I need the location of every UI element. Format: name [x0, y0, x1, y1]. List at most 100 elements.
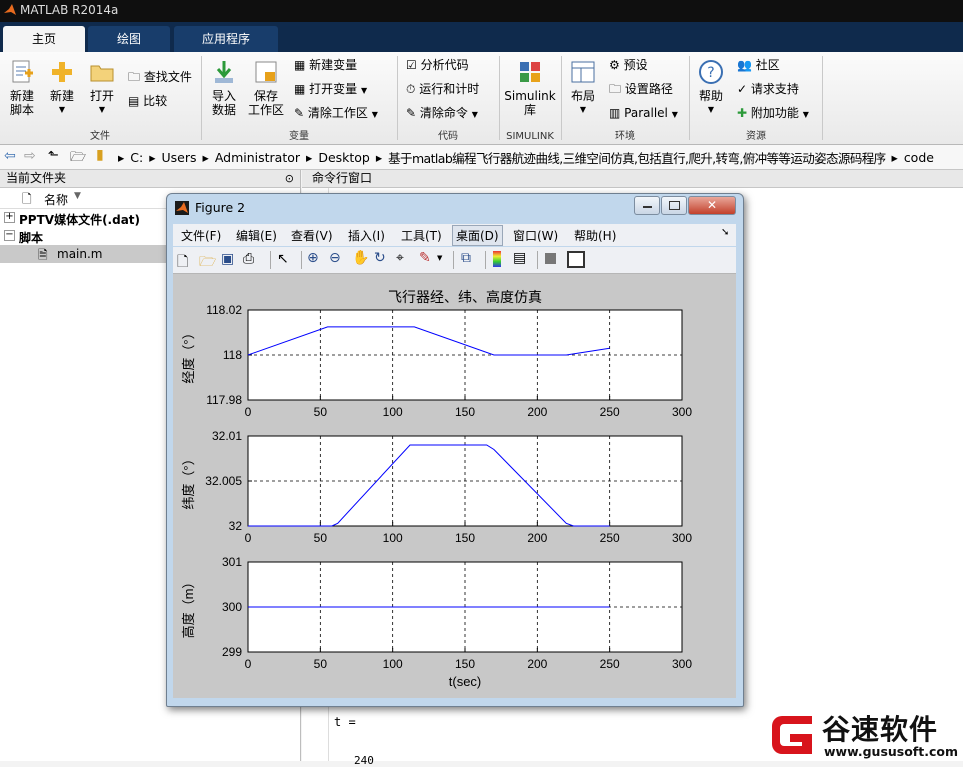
set-path-label: 设置路径	[624, 82, 673, 96]
x-tick-label: 100	[383, 405, 403, 419]
link-plot-icon[interactable]: ⧉	[461, 250, 471, 266]
brand-logo-icon	[772, 716, 812, 754]
y-tick-label: 118.02	[206, 303, 242, 317]
open-variable-button[interactable]: ▦ 打开变量 ▼	[294, 82, 367, 98]
divider	[270, 251, 271, 269]
divider	[301, 251, 302, 269]
clear-commands-label: 清除命令	[419, 106, 468, 120]
maximize-button[interactable]	[661, 196, 687, 215]
menu-desktop[interactable]: 桌面(D)	[452, 225, 503, 246]
legend-icon[interactable]: ▤	[513, 250, 526, 266]
pointer-icon[interactable]: ↖	[277, 251, 289, 267]
chevron-down-icon: ▼	[802, 110, 809, 119]
new-figure-icon[interactable]: 🗋	[177, 251, 188, 275]
save-icon[interactable]: ▣	[221, 251, 234, 267]
brush-icon[interactable]: ✎	[419, 250, 431, 266]
open-button[interactable]: 打开 ▼	[84, 58, 120, 117]
community-button[interactable]: 👥 社区	[737, 58, 780, 72]
rotate-3d-icon[interactable]: ↻	[374, 250, 386, 266]
menu-file[interactable]: 文件(F)	[181, 227, 221, 244]
y-tick-label: 301	[222, 555, 242, 569]
parallel-button[interactable]: ▥ Parallel ▼	[609, 106, 678, 122]
minimize-button[interactable]	[634, 196, 660, 215]
analyze-code-button[interactable]: ☑ 分析代码	[406, 58, 469, 72]
minimize-icon	[642, 206, 652, 208]
import-data-button[interactable]: 导入 数据	[205, 58, 243, 117]
data-cursor-icon[interactable]: ⌖	[396, 250, 404, 266]
figure-toolbar: 🗋 🗁 ▣ ⎙ ↖ ⊕ ⊖ ✋ ↻ ⌖ ✎ ▼ ⧉ ▤	[173, 247, 736, 274]
find-files-button[interactable]: 🗀 查找文件	[128, 70, 192, 84]
run-and-time-button[interactable]: ⏱ 运行和计时	[406, 82, 479, 96]
support-icon: ✓	[737, 82, 748, 96]
menu-view[interactable]: 查看(V)	[291, 227, 333, 244]
tab-home[interactable]: 主页	[3, 26, 85, 52]
layout-icon	[571, 61, 595, 83]
clear-commands-button[interactable]: ✎ 清除命令 ▼	[406, 106, 478, 122]
crumb-code[interactable]: code	[904, 150, 934, 165]
save-workspace-label: 保存 工作区	[247, 89, 284, 117]
request-support-button[interactable]: ✓ 请求支持	[737, 82, 799, 96]
gear-icon: ⚙	[609, 58, 620, 72]
set-path-button[interactable]: 🗀 设置路径	[609, 82, 673, 96]
zoom-out-icon[interactable]: ⊖	[329, 250, 341, 266]
crumb-administrator[interactable]: Administrator	[215, 150, 300, 165]
clear-workspace-button[interactable]: ✎ 清除工作区 ▼	[294, 106, 378, 122]
crumb-project-folder[interactable]: 基于matlab编程飞行器航迹曲线,三维空间仿真,包括直行,爬升,转弯,俯冲等等…	[388, 148, 886, 167]
simulink-library-button[interactable]: Simulink 库	[503, 58, 557, 117]
save-workspace-button[interactable]: 保存 工作区	[246, 58, 286, 117]
zoom-in-icon[interactable]: ⊕	[307, 250, 319, 266]
section-simulink-label: SIMULINK	[506, 131, 554, 142]
crumb-desktop[interactable]: Desktop	[318, 150, 370, 165]
colorbar-icon[interactable]	[493, 251, 501, 267]
up-folder-icon[interactable]: ⬑	[48, 148, 59, 163]
preferences-button[interactable]: ⚙ 预设	[609, 58, 648, 72]
svg-text:?: ?	[707, 65, 714, 81]
new-variable-button[interactable]: ▦ 新建变量	[294, 58, 357, 72]
forward-icon[interactable]: ⇨	[24, 148, 36, 164]
menu-tools[interactable]: 工具(T)	[401, 227, 442, 244]
menu-insert[interactable]: 插入(I)	[348, 227, 385, 244]
close-button[interactable]: ✕	[688, 196, 736, 215]
figure-canvas[interactable]: 0 50 100 150 200 250 300 117.98 118 118.02 经度（°） 飞行…	[173, 274, 736, 698]
column-name-label[interactable]: 名称	[44, 191, 68, 208]
panel-menu-icon[interactable]: ⊙	[285, 170, 294, 187]
help-button[interactable]: ? 帮助 ▼	[693, 58, 729, 117]
x-tick-label: 150	[455, 405, 475, 419]
new-button[interactable]: 新建 ▼	[44, 58, 80, 117]
x-tick-label: 150	[455, 531, 475, 545]
collapse-icon[interactable]: −	[4, 230, 15, 241]
address-bar: ⇦ ⇨ ⬑ 🗁 ▮ ▸ C: ▸ Users ▸ Administrator ▸…	[0, 145, 963, 170]
new-script-button[interactable]: 新建 脚本	[4, 58, 40, 117]
show-plot-tools-icon[interactable]	[567, 251, 585, 268]
community-label: 社区	[755, 58, 780, 72]
tab-plots[interactable]: 绘图	[88, 26, 170, 52]
simulink-icon	[520, 62, 540, 82]
menu-edit[interactable]: 编辑(E)	[236, 227, 277, 244]
tab-apps[interactable]: 应用程序	[174, 26, 278, 52]
dock-arrow-icon[interactable]: ➘	[721, 227, 729, 238]
back-icon[interactable]: ⇦	[4, 148, 16, 164]
figure-window[interactable]: Figure 2 ✕ 文件(F) 编辑(E) 查看(V) 插入(I) 工具(T)…	[166, 193, 744, 707]
browse-folder-icon[interactable]: 🗁	[70, 148, 86, 170]
y-tick-label: 32.01	[212, 429, 242, 443]
y-tick-label: 118	[223, 348, 242, 362]
addons-button[interactable]: ✚ 附加功能 ▼	[737, 106, 809, 122]
crumb-users[interactable]: Users	[162, 150, 197, 165]
compare-button[interactable]: ▤ 比较	[128, 94, 167, 108]
divider	[453, 251, 454, 269]
run-time-icon: ⏱	[406, 82, 416, 96]
crumb-drive[interactable]: C:	[130, 150, 143, 165]
x-tick-label: 250	[600, 405, 620, 419]
menu-window[interactable]: 窗口(W)	[513, 227, 558, 244]
expand-icon[interactable]: +	[4, 212, 15, 223]
print-icon[interactable]: ⎙	[243, 251, 254, 267]
hide-plot-tools-icon[interactable]	[545, 253, 556, 264]
x-tick-label: 100	[383, 657, 403, 671]
menu-help[interactable]: 帮助(H)	[574, 227, 616, 244]
open-label: 打开	[89, 89, 114, 103]
pan-icon[interactable]: ✋	[352, 250, 369, 266]
open-file-icon[interactable]: 🗁	[199, 251, 216, 275]
chevron-down-icon[interactable]: ▼	[437, 254, 442, 262]
tree-item-label: main.m	[57, 247, 103, 261]
layout-button[interactable]: 布局 ▼	[565, 58, 601, 117]
